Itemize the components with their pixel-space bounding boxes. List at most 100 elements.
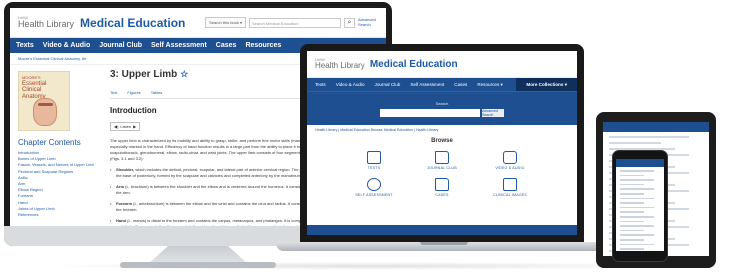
phone-screen (616, 159, 664, 251)
list-item[interactable] (620, 243, 654, 246)
phone-content-list (616, 167, 664, 251)
phone-header-bar (616, 159, 664, 167)
list-item[interactable] (620, 215, 654, 218)
health-library-logo[interactable]: LWW Health Library (18, 16, 74, 29)
search-button[interactable]: ⌕ (344, 17, 355, 28)
browse-heading: Browse (431, 138, 453, 144)
tile-label: CLINICAL IMAGES (492, 193, 528, 197)
tile-label: CASES (435, 193, 449, 197)
bullet-term[interactable]: Arm (116, 184, 124, 189)
list-item[interactable] (620, 192, 644, 195)
laptop-screen: LWW Health Library Medical Education Tex… (307, 51, 577, 235)
listen-label: Listen (120, 124, 132, 129)
nav-self-assessment[interactable]: Self Assessment (151, 42, 207, 49)
monitor-stand-base (120, 262, 276, 268)
list-item[interactable] (620, 234, 654, 236)
video-audio-icon (503, 151, 517, 164)
brand-main-label: Health Library (18, 19, 75, 29)
nav-texts[interactable]: Texts (315, 82, 326, 87)
speaker-icon: ◀) (114, 124, 119, 129)
nav-video-audio[interactable]: Video & Audio (336, 82, 365, 87)
tile-journal-club[interactable]: JOURNAL CLUB (415, 151, 469, 170)
list-item[interactable] (620, 211, 644, 213)
self-assessment-icon (367, 178, 381, 191)
tile-video-audio[interactable]: VIDEO & AUDIO (483, 151, 537, 170)
tile-self-assessment[interactable]: SELF ASSESSMENT (347, 178, 401, 197)
chapter-contents-item[interactable]: References (18, 212, 94, 218)
list-item[interactable] (620, 183, 644, 186)
journal-club-icon (435, 151, 449, 164)
nav-cases[interactable]: Cases (454, 82, 467, 87)
breadcrumb[interactable]: Health Library | Medical Education Brows… (307, 125, 577, 135)
nav-texts[interactable]: Texts (16, 42, 34, 49)
search-scope-select[interactable]: Search this book ▾ (205, 17, 246, 28)
listen-button[interactable]: ◀) Listen ▶ (110, 122, 141, 131)
nav-journal-club[interactable]: Journal Club (99, 42, 142, 49)
cases-icon (435, 178, 449, 191)
favorite-star-icon[interactable]: ☆ (180, 69, 188, 80)
list-item[interactable] (620, 174, 644, 177)
nav-resources[interactable]: Resources ▾ (477, 82, 503, 88)
site-title[interactable]: Medical Education (80, 16, 185, 30)
list-item[interactable] (620, 225, 654, 227)
laptop-search-band: Search Advanced Search (307, 91, 577, 125)
more-collections-button[interactable]: More Collections ▾ (516, 78, 577, 91)
clinical-images-icon (503, 178, 517, 191)
list-item[interactable] (620, 202, 644, 204)
laptop-header: LWW Health Library Medical Education (307, 51, 577, 78)
bullet-term[interactable]: Hand (116, 218, 126, 223)
tab-text[interactable]: Text (110, 90, 117, 95)
list-item[interactable] (620, 220, 644, 223)
nav-resources[interactable]: Resources (245, 42, 281, 49)
search-label: Search (435, 100, 449, 106)
tile-clinical-images[interactable]: CLINICAL IMAGES (483, 178, 537, 197)
search-input[interactable]: Search Medical Education (249, 17, 341, 28)
nav-journal-club[interactable]: Journal Club (375, 82, 401, 87)
device-mockup-stage: LWW Health Library Medical Education Sea… (0, 0, 748, 274)
desktop-search: Search this book ▾ Search Medical Educat… (205, 17, 378, 28)
chapter-title: 3: Upper Limb (110, 69, 178, 80)
tile-label: TEXTS (367, 166, 381, 170)
list-item[interactable] (620, 179, 654, 181)
chapter-contents-list: Introduction Bones of Upper Limb Fascia,… (18, 150, 94, 218)
health-library-logo[interactable]: LWW Health Library (315, 58, 365, 70)
book-cover[interactable]: MOORE'S Essential Clinical Anatomy (18, 71, 70, 131)
list-item[interactable] (609, 136, 689, 138)
nav-self-assessment[interactable]: Self Assessment (410, 82, 444, 87)
laptop: LWW Health Library Medical Education Tex… (300, 44, 584, 244)
tile-label: JOURNAL CLUB (427, 166, 457, 170)
tile-label: SELF ASSESSMENT (355, 193, 393, 197)
tile-texts[interactable]: TEXTS (347, 151, 401, 170)
site-title[interactable]: Medical Education (370, 59, 458, 70)
laptop-main-nav: Texts Video & Audio Journal Club Self As… (307, 78, 577, 91)
browse-tiles: TEXTS JOURNAL CLUB VIDEO & AUDIO SELF AS… (307, 151, 577, 197)
list-item[interactable] (620, 206, 654, 209)
search-icon: ⌕ (347, 18, 352, 26)
chapter-contents-heading: Chapter Contents (18, 138, 81, 147)
bullet-term[interactable]: Shoulder, (116, 167, 134, 172)
advanced-search-link[interactable]: Advanced Search (358, 17, 378, 27)
search-input[interactable] (380, 108, 480, 117)
book-cover-illustration (33, 98, 57, 126)
list-item[interactable] (620, 238, 644, 241)
list-item[interactable] (620, 197, 654, 200)
advanced-search-button[interactable]: Advanced Search (482, 108, 504, 117)
tab-tables[interactable]: Tables (151, 90, 163, 95)
list-item[interactable] (620, 188, 654, 190)
brand-main-label: Health Library (315, 61, 365, 70)
chapter-contents-item[interactable]: Fascia, Vessels, and Nerves of Upper Lim… (18, 162, 94, 168)
tile-cases[interactable]: CASES (415, 178, 469, 197)
search-row: Advanced Search (380, 108, 504, 117)
bullet-term[interactable]: Forearm (116, 201, 132, 206)
tab-figures[interactable]: Figures (127, 90, 140, 95)
smartphone (612, 150, 668, 262)
list-item[interactable] (620, 170, 654, 172)
nav-cases[interactable]: Cases (216, 42, 237, 49)
nav-video-audio[interactable]: Video & Audio (43, 42, 90, 49)
laptop-opening-notch (420, 242, 468, 245)
list-item[interactable] (620, 248, 644, 250)
book-series: MOORE'S (22, 75, 41, 80)
list-item[interactable] (609, 142, 661, 144)
list-item[interactable] (620, 229, 644, 232)
desktop-header: LWW Health Library Medical Education Sea… (10, 8, 386, 38)
